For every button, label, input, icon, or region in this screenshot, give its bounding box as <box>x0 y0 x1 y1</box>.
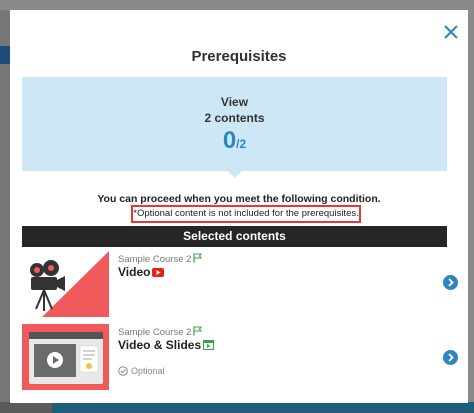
progress-count-label: 2 contents <box>204 111 265 125</box>
section-header: Selected contents <box>22 226 447 247</box>
course-label: Sample Course 2 <box>118 327 192 338</box>
chevron-right-icon[interactable] <box>443 350 458 365</box>
check-circle-icon <box>118 366 128 376</box>
backdrop-top-edge <box>0 0 474 10</box>
course-label: Sample Course 2 <box>118 254 192 265</box>
progress-total: /2 <box>236 137 247 151</box>
video-thumbnail <box>22 251 109 317</box>
item-title-text: Video <box>118 265 151 279</box>
item-title: Video <box>118 265 165 279</box>
optional-label: Optional <box>118 366 165 376</box>
backdrop-tab <box>0 46 10 64</box>
slides-thumbnail <box>22 324 109 390</box>
content-item[interactable]: Sample Course 2 Video & Slides Optional <box>22 324 458 390</box>
item-title: Video & Slides <box>118 338 215 352</box>
optional-text: Optional <box>131 366 165 376</box>
item-course-name: Sample Course 2 <box>118 326 203 338</box>
item-course-name: Sample Course 2 <box>118 253 203 265</box>
chevron-right-icon[interactable] <box>443 275 458 290</box>
backdrop-right-edge <box>468 0 474 413</box>
flag-icon <box>193 253 203 263</box>
optional-note: *Optional content is not included for th… <box>131 205 361 223</box>
flag-icon <box>193 326 203 336</box>
progress-panel: View 2 contents 0/2 <box>22 77 447 178</box>
backdrop-bottom-bar <box>52 402 474 413</box>
item-title-text: Video & Slides <box>118 338 202 352</box>
content-item[interactable]: Sample Course 2 Video <box>22 251 458 317</box>
youtube-icon <box>152 268 165 277</box>
condition-text: You can proceed when you meet the follow… <box>97 193 381 205</box>
modal-title: Prerequisites <box>191 48 287 65</box>
slides-icon <box>203 340 215 350</box>
close-button[interactable] <box>440 21 462 43</box>
prerequisites-modal: Prerequisites View 2 contents 0/2 You ca… <box>10 10 468 403</box>
progress-completed: 0 <box>222 127 237 154</box>
progress-fraction: 0/2 <box>22 127 447 155</box>
close-icon[interactable] <box>440 21 462 43</box>
progress-action-label: View <box>220 95 249 109</box>
